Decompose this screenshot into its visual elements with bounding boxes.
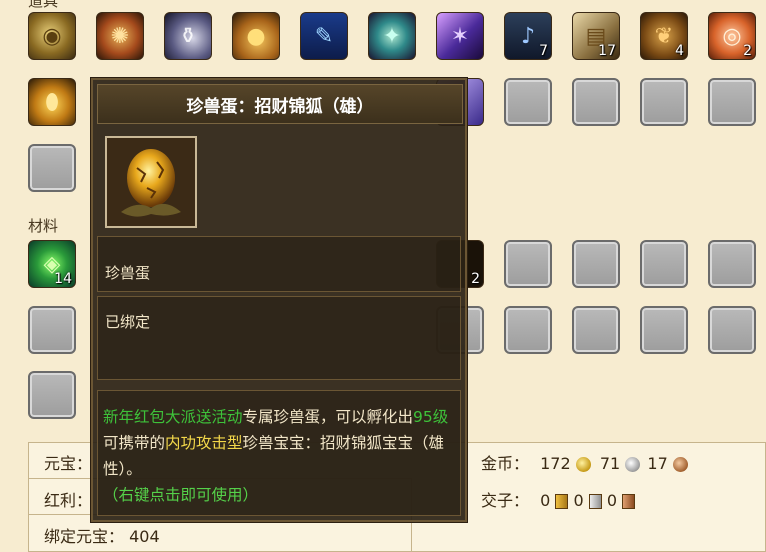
gold-row: 金币： 172 71 17 bbox=[481, 450, 688, 474]
empty-slot[interactable] bbox=[572, 78, 620, 126]
leaf-material-icon[interactable]: ◈ 14 bbox=[28, 240, 76, 288]
bound-yuanbao-row: 绑定元宝： 404 bbox=[44, 523, 160, 547]
empty-slot[interactable] bbox=[572, 306, 620, 354]
coin-medal-icon[interactable]: ◉ bbox=[28, 12, 76, 60]
yuanbao-row: 元宝： bbox=[44, 450, 92, 474]
orb-icon[interactable]: ✦ bbox=[368, 12, 416, 60]
empty-slot[interactable] bbox=[708, 306, 756, 354]
jiaozi-label: 交子： bbox=[481, 491, 530, 510]
tooltip-type: 珍兽蛋 bbox=[105, 264, 151, 282]
item-tooltip: 珍兽蛋：招财锦狐（雄） 珍兽蛋 已绑定 新年红包大派送活动专属珍兽蛋，可以孵化出… bbox=[91, 78, 467, 522]
desc-part2: 可携带的 bbox=[103, 434, 166, 452]
jiaozi-row: 交子： 0 0 0 bbox=[481, 487, 636, 511]
hongli-row: 红利： bbox=[44, 487, 92, 511]
empty-slot[interactable] bbox=[708, 78, 756, 126]
tooltip-type-box bbox=[97, 236, 461, 292]
empty-slot[interactable] bbox=[640, 240, 688, 288]
silver-ticket-icon bbox=[588, 494, 602, 509]
empty-slot[interactable] bbox=[640, 78, 688, 126]
copper-value: 17 bbox=[647, 454, 668, 473]
event-name: 新年红包大派送活动 bbox=[103, 408, 243, 426]
item-count: 17 bbox=[598, 43, 616, 59]
item-count: 2 bbox=[743, 43, 752, 59]
tools-section-label: 道具 bbox=[28, 0, 59, 10]
empty-slot[interactable] bbox=[28, 144, 76, 192]
gold-value: 172 bbox=[540, 454, 571, 473]
bound-yuanbao-label: 绑定元宝： bbox=[44, 527, 125, 546]
rune-icon[interactable]: ✶ bbox=[436, 12, 484, 60]
tooltip-bind-box bbox=[97, 296, 461, 380]
yuanbao-label: 元宝： bbox=[44, 454, 93, 473]
empty-slot[interactable] bbox=[708, 240, 756, 288]
pet-egg-slot[interactable]: ⬮ bbox=[28, 78, 76, 126]
gold-ticket-icon bbox=[555, 494, 569, 509]
silver-value: 71 bbox=[599, 454, 621, 473]
empty-slot[interactable] bbox=[28, 371, 76, 419]
bundle-icon[interactable]: ▤ 17 bbox=[572, 12, 620, 60]
hongli-label: 红利： bbox=[44, 491, 93, 510]
item-count: 7 bbox=[539, 43, 548, 59]
bound-yuanbao-value: 404 bbox=[129, 527, 160, 546]
empty-slot[interactable] bbox=[504, 240, 552, 288]
copper-coin-icon bbox=[672, 457, 688, 472]
lamp-icon[interactable]: ♪ 7 bbox=[504, 12, 552, 60]
tooltip-description: 新年红包大派送活动专属珍兽蛋，可以孵化出95级可携带的内功攻击型珍兽宝宝：招财锦… bbox=[103, 404, 453, 508]
tooltip-title: 珍兽蛋：招财锦狐（雄） bbox=[97, 84, 463, 124]
level-text: 95级 bbox=[413, 408, 449, 426]
item-count: 4 bbox=[675, 43, 684, 59]
empty-slot[interactable] bbox=[504, 306, 552, 354]
item-count: 2 bbox=[471, 271, 480, 287]
jiaozi-silver-value: 0 bbox=[573, 491, 584, 510]
scroll-icon[interactable]: ✎ bbox=[300, 12, 348, 60]
vase-icon[interactable]: ⚱ bbox=[164, 12, 212, 60]
usage-hint: （右键点击即可使用） bbox=[103, 486, 259, 504]
jiaozi-copper-value: 0 bbox=[606, 491, 618, 510]
gold-coin-icon bbox=[575, 457, 591, 472]
desc-part1: 专属珍兽蛋，可以孵化出 bbox=[242, 408, 414, 426]
gourd-icon[interactable]: ● bbox=[232, 12, 280, 60]
copper-ticket-icon bbox=[622, 494, 636, 509]
empty-slot[interactable] bbox=[504, 78, 552, 126]
attack-type: 内功攻击型 bbox=[165, 434, 243, 452]
compass-icon[interactable]: ✺ bbox=[96, 12, 144, 60]
silver-coin-icon bbox=[625, 457, 641, 472]
shell-icon[interactable]: ◎ 2 bbox=[708, 12, 756, 60]
gold-label: 金币： bbox=[481, 454, 530, 473]
empty-slot[interactable] bbox=[640, 306, 688, 354]
tooltip-bind-status: 已绑定 bbox=[105, 313, 151, 331]
item-count: 14 bbox=[54, 271, 72, 287]
egg-icon bbox=[107, 138, 195, 226]
pet-egg-image bbox=[105, 136, 197, 228]
food-icon[interactable]: ❦ 4 bbox=[640, 12, 688, 60]
empty-slot[interactable] bbox=[28, 306, 76, 354]
jiaozi-gold-value: 0 bbox=[540, 491, 551, 510]
materials-section-label: 材料 bbox=[28, 217, 59, 235]
empty-slot[interactable] bbox=[572, 240, 620, 288]
